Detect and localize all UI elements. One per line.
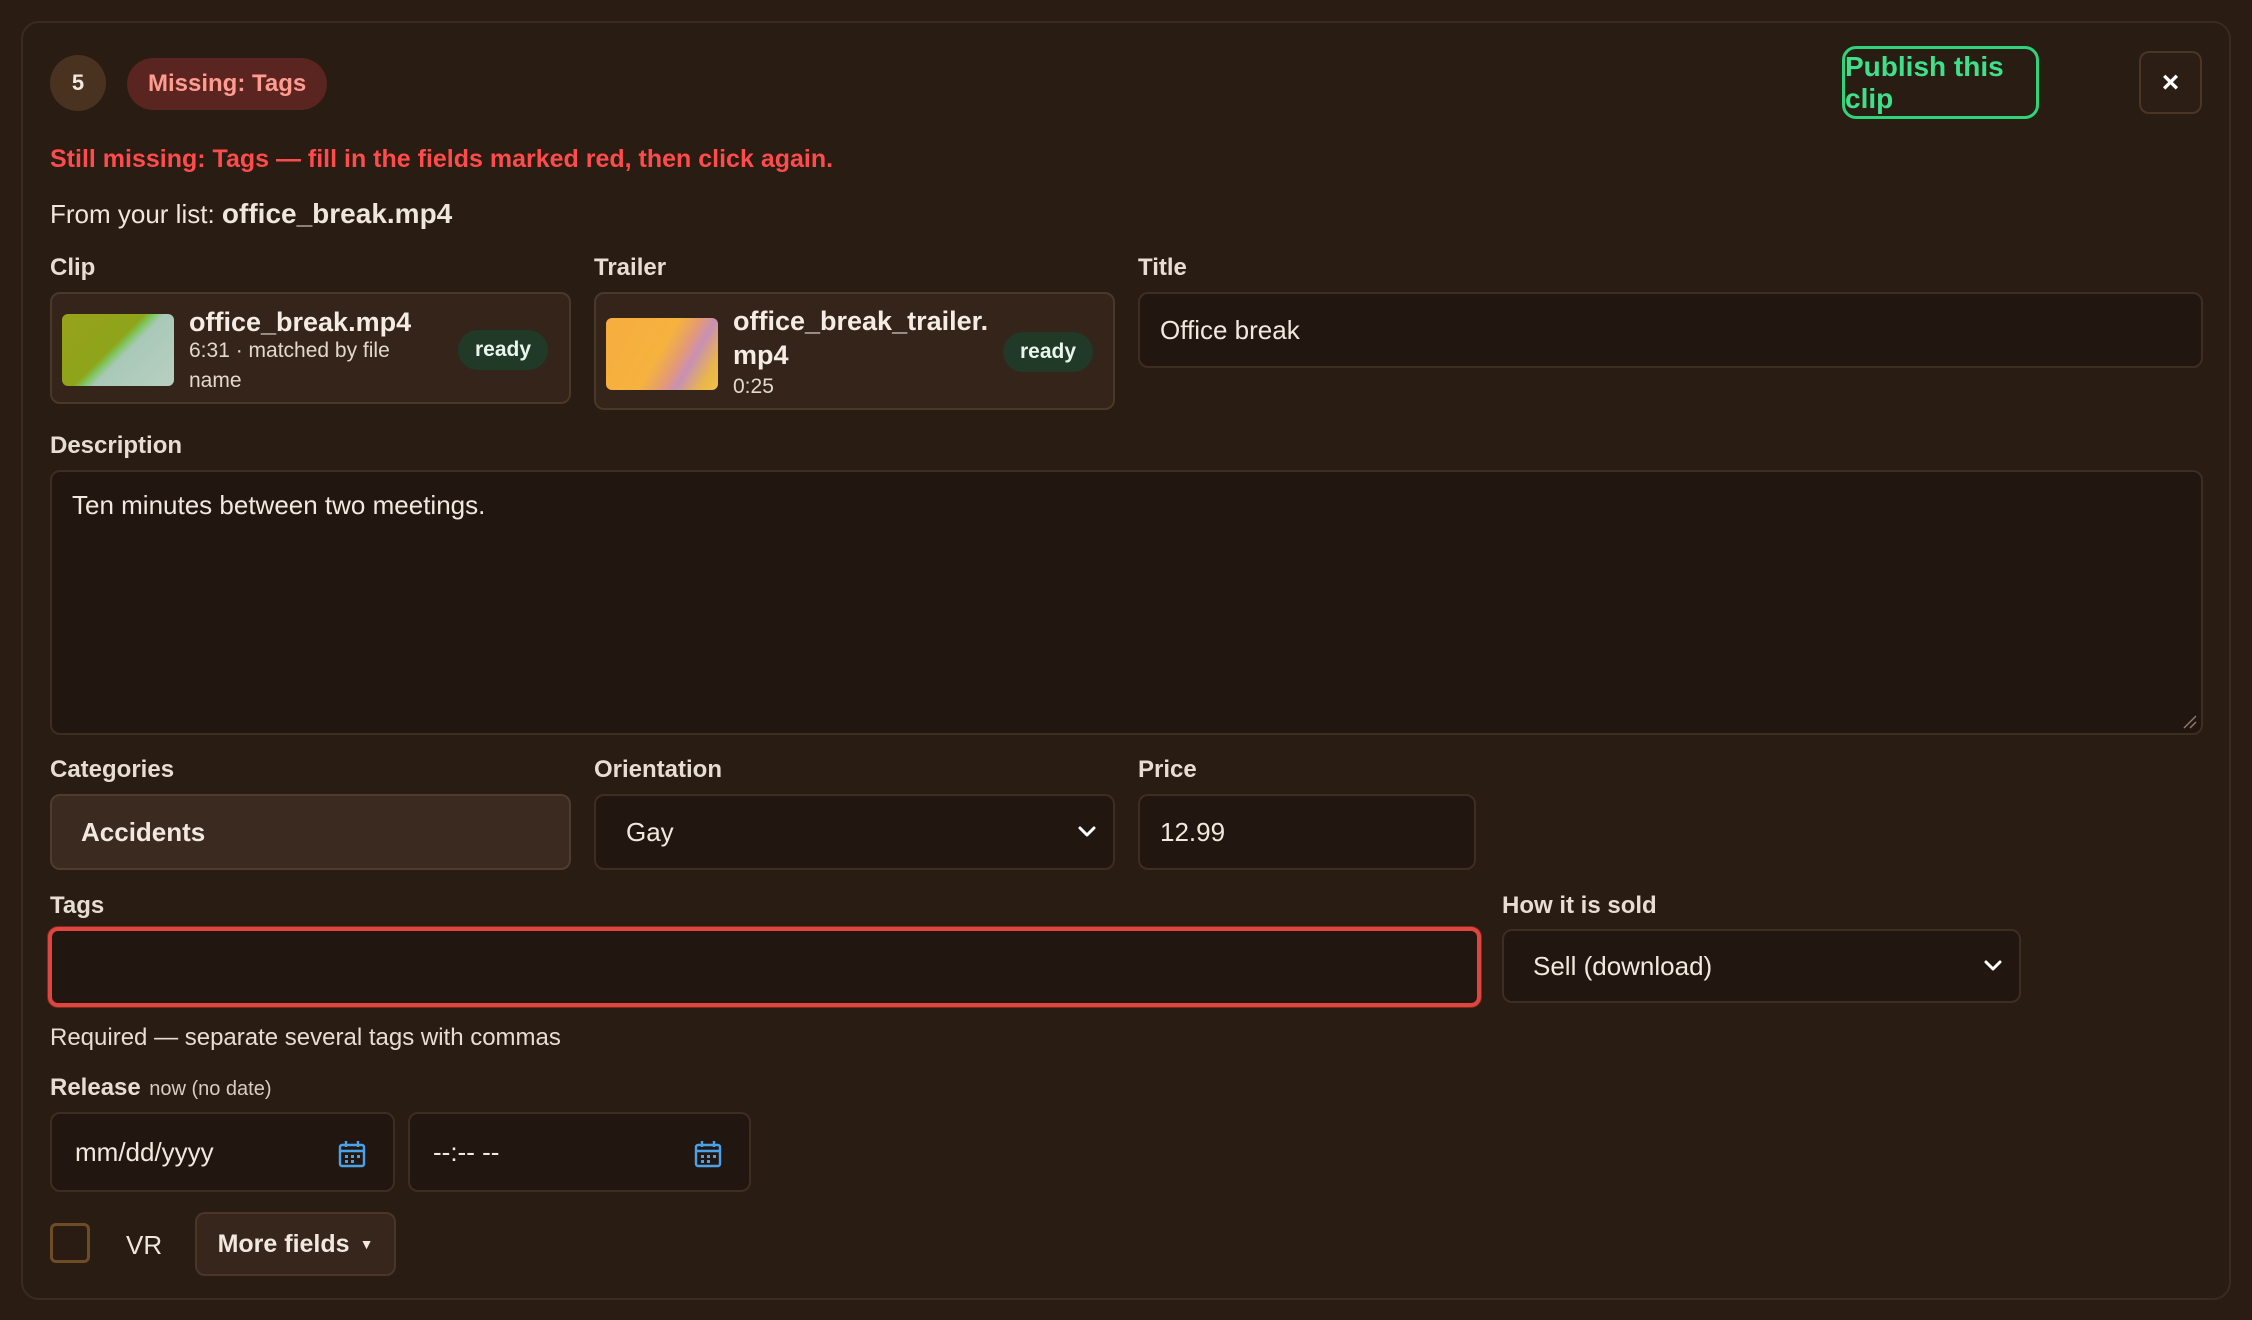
description-value: Ten minutes between two meetings. <box>72 490 486 520</box>
release-date-input[interactable]: mm/dd/yyyy <box>50 1112 395 1192</box>
tags-input[interactable] <box>48 927 1481 1007</box>
description-label: Description <box>50 432 183 459</box>
release-note: now (no date) <box>149 1078 272 1100</box>
calendar-icon[interactable] <box>337 1139 367 1169</box>
date-placeholder: mm/dd/yyyy <box>75 1136 214 1167</box>
trailer-thumbnail <box>606 318 718 390</box>
tags-helper-text: Required — separate several tags with co… <box>50 1024 561 1051</box>
sold-select[interactable]: Sell (download) <box>1502 929 2021 1003</box>
source-prefix: From your list: <box>50 199 215 229</box>
trailer-filename: office_break_trailer.mp4 <box>733 306 989 370</box>
publish-button[interactable]: Publish this clip <box>1842 46 2039 119</box>
close-button[interactable]: × <box>2139 51 2202 114</box>
trailer-status-badge: ready <box>1003 332 1094 372</box>
clip-filename: office_break.mp4 <box>189 307 412 337</box>
orientation-value: Gay <box>626 816 674 847</box>
time-placeholder: --:-- -- <box>433 1136 500 1167</box>
vr-label: VR <box>126 1230 163 1260</box>
price-label: Price <box>1138 756 1197 783</box>
trailer-card[interactable]: office_break_trailer.mp4 0:25 ready <box>594 292 1115 410</box>
clip-label: Clip <box>50 254 96 281</box>
tags-label: Tags <box>50 892 105 919</box>
release-time-input[interactable]: --:-- -- <box>408 1112 751 1192</box>
release-label: Release <box>50 1074 141 1101</box>
clip-thumbnail <box>62 314 174 386</box>
calendar-icon[interactable] <box>693 1139 723 1169</box>
caret-down-icon: ▼ <box>359 1236 374 1252</box>
source-filename: office_break.mp4 <box>221 198 453 229</box>
clip-details: 6:31 · matched by file name <box>189 339 390 392</box>
trailer-duration: 0:25 <box>733 375 774 398</box>
source-line: From your list: office_break.mp4 <box>50 198 452 230</box>
more-fields-label: More fields <box>217 1229 350 1258</box>
trailer-label: Trailer <box>594 254 667 281</box>
title-label: Title <box>1138 254 1187 281</box>
release-heading: Release now (no date) <box>50 1074 272 1102</box>
close-icon: × <box>2161 65 2180 99</box>
clip-status-badge: ready <box>458 330 549 370</box>
chevron-down-icon <box>1078 826 1096 837</box>
sold-value: Sell (download) <box>1533 950 1713 981</box>
error-message: Still missing: Tags — fill in the fields… <box>50 145 834 173</box>
orientation-label: Orientation <box>594 756 723 783</box>
description-textarea[interactable]: Ten minutes between two meetings. <box>50 470 2203 735</box>
missing-status-badge: Missing: Tags <box>127 58 328 110</box>
resize-handle-icon[interactable] <box>2181 713 2197 729</box>
title-input[interactable]: Office break <box>1138 292 2203 368</box>
price-input[interactable]: 12.99 <box>1138 794 1476 870</box>
more-fields-button[interactable]: More fields ▼ <box>195 1212 396 1276</box>
categories-label: Categories <box>50 756 175 783</box>
sold-label: How it is sold <box>1502 892 1657 919</box>
clip-card[interactable]: office_break.mp4 6:31 · matched by file … <box>50 292 571 404</box>
chevron-down-icon <box>1984 960 2002 971</box>
orientation-select[interactable]: Gay <box>594 794 1115 870</box>
step-number-badge: 5 <box>50 55 106 111</box>
categories-select[interactable]: Accidents <box>50 794 571 870</box>
vr-checkbox[interactable] <box>50 1223 90 1263</box>
